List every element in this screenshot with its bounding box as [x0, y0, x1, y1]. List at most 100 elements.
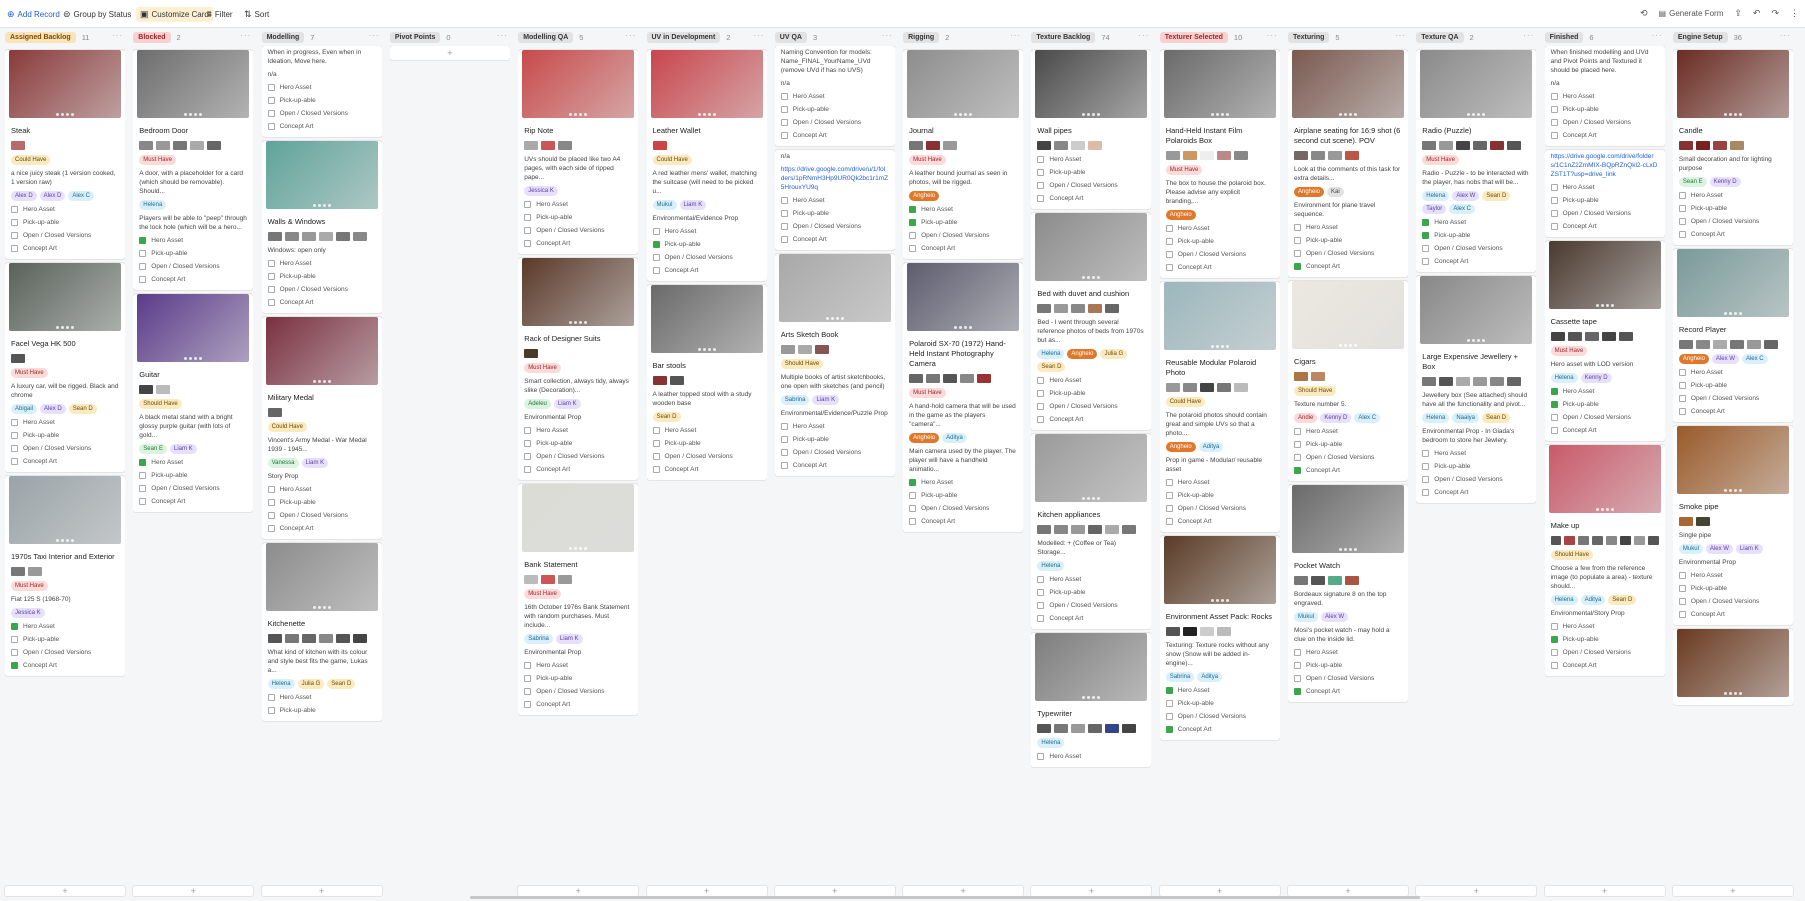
attachment-thumbnail[interactable]	[28, 567, 42, 576]
column-title[interactable]: Modelling QA	[518, 31, 574, 43]
checkbox-field[interactable]: Pick-up-able	[1288, 234, 1408, 247]
card-cover-image[interactable]	[1676, 426, 1789, 494]
column-menu-icon[interactable]: ···	[625, 31, 636, 40]
card-cover-image[interactable]	[1035, 434, 1148, 502]
attachment-thumbnail[interactable]	[267, 634, 282, 643]
pager-dot[interactable]	[707, 113, 711, 116]
card-cover-image[interactable]	[265, 141, 378, 209]
checkbox[interactable]	[267, 525, 275, 532]
checkbox[interactable]	[1294, 263, 1301, 270]
checkbox[interactable]	[1294, 224, 1301, 231]
pager-dot[interactable]	[1087, 276, 1091, 279]
checkbox[interactable]	[267, 512, 275, 519]
attachment-thumbnail[interactable]	[1233, 151, 1248, 160]
checkbox-field[interactable]: Concept Art	[1288, 685, 1408, 698]
checkbox-field[interactable]: Concept Art	[5, 455, 125, 468]
attachment-thumbnail[interactable]	[1712, 340, 1727, 349]
checkbox-field[interactable]: Pick-up-able	[647, 238, 767, 251]
add-record-button[interactable]: ⊕ Add Record	[7, 8, 60, 21]
attachment-thumbnail[interactable]	[1054, 724, 1069, 733]
checkbox-field[interactable]: Open / Closed Versions	[262, 107, 382, 120]
card-cover-image[interactable]	[1292, 281, 1404, 349]
card-cover-image[interactable]	[522, 484, 635, 552]
pager-dot[interactable]	[194, 357, 198, 360]
card-cover-image[interactable]	[778, 254, 891, 322]
attachment-thumbnail[interactable]	[943, 374, 958, 383]
checkbox-field[interactable]: Hero Asset	[5, 203, 125, 216]
checkbox-field[interactable]: Hero Asset	[1545, 385, 1665, 398]
checkbox-field[interactable]: Hero Asset	[1160, 222, 1280, 235]
checkbox[interactable]	[139, 276, 147, 283]
attachment-thumbnail[interactable]	[1182, 383, 1197, 392]
attachment-thumbnail[interactable]	[1088, 525, 1103, 534]
checkbox-field[interactable]: Concept Art	[1673, 608, 1793, 621]
checkbox-field[interactable]: Open / Closed Versions	[775, 116, 895, 129]
checkbox[interactable]	[11, 245, 18, 252]
pager-dot[interactable]	[1225, 599, 1229, 602]
attachment-thumbnail[interactable]	[652, 141, 667, 150]
checkbox[interactable]	[652, 466, 660, 473]
checkbox[interactable]	[780, 132, 788, 139]
checkbox[interactable]	[1550, 623, 1558, 630]
checkbox[interactable]	[1678, 369, 1686, 376]
checkbox-field[interactable]: Open / Closed Versions	[133, 260, 253, 273]
pager-dot[interactable]	[327, 204, 331, 207]
record-card[interactable]: Make up Should Have Choose a few from the …	[1544, 445, 1665, 676]
pager-dot[interactable]	[1225, 345, 1229, 348]
checkbox-field[interactable]: Concept Art	[1545, 129, 1665, 142]
card-cover-image[interactable]	[137, 294, 250, 362]
attachment-thumbnail[interactable]	[1105, 525, 1120, 534]
checkbox[interactable]	[1165, 505, 1173, 512]
attachment-thumbnail[interactable]	[1328, 576, 1342, 585]
checkbox[interactable]	[524, 453, 532, 460]
record-card[interactable]: Bedroom Door Must Have A door, with a plac…	[133, 50, 254, 290]
pager-dot[interactable]	[194, 113, 198, 116]
card-cover-image[interactable]	[1676, 249, 1789, 317]
checkbox[interactable]	[1422, 258, 1430, 265]
checkbox-field[interactable]: Open / Closed Versions	[133, 482, 253, 495]
column-title[interactable]: Modelling	[261, 31, 305, 43]
record-card[interactable]: Steak Could Have a nice juicy steak (1 ver…	[5, 50, 125, 259]
checkbox[interactable]	[1037, 377, 1045, 384]
checkbox[interactable]	[909, 245, 917, 252]
attachment-thumbnail[interactable]	[943, 141, 958, 150]
checkbox-field[interactable]: Open / Closed Versions	[903, 229, 1023, 242]
column-menu-icon[interactable]: ···	[240, 31, 251, 40]
pager-dot[interactable]	[1339, 548, 1342, 551]
pager-dot[interactable]	[1733, 312, 1737, 315]
checkbox[interactable]	[139, 263, 147, 270]
attachment-thumbnail[interactable]	[139, 141, 154, 150]
attachment-thumbnail[interactable]	[814, 345, 829, 354]
checkbox[interactable]	[1037, 169, 1045, 176]
attachment-thumbnail[interactable]	[1088, 304, 1103, 313]
card-cover-image[interactable]	[1676, 629, 1789, 697]
checkbox-field[interactable]: Concept Art	[1288, 464, 1408, 477]
pager-dot[interactable]	[1738, 113, 1742, 116]
checkbox-field[interactable]: Pick-up-able	[518, 211, 638, 224]
pager-dot[interactable]	[322, 380, 326, 383]
pager-dot[interactable]	[1349, 344, 1352, 347]
checkbox[interactable]	[1550, 197, 1558, 204]
card-cover-image[interactable]	[1163, 536, 1276, 604]
pager-dot[interactable]	[584, 547, 588, 550]
checkbox[interactable]	[139, 485, 147, 492]
checkbox-field[interactable]: Hero Asset	[1031, 573, 1151, 586]
checkbox-field[interactable]: Open / Closed Versions	[262, 283, 382, 296]
checkbox[interactable]	[524, 466, 532, 473]
checkbox[interactable]	[1678, 192, 1686, 199]
checkbox[interactable]	[11, 636, 18, 643]
checkbox-field[interactable]: Open / Closed Versions	[1545, 207, 1665, 220]
pager-dot[interactable]	[1349, 548, 1352, 551]
attachment-thumbnail[interactable]	[1619, 536, 1631, 545]
pager-dot[interactable]	[1728, 692, 1732, 695]
checkbox[interactable]	[909, 479, 917, 486]
pager-dot[interactable]	[184, 113, 188, 116]
attachment-thumbnail[interactable]	[156, 141, 171, 150]
checkbox[interactable]	[524, 201, 532, 208]
pager-dot[interactable]	[1728, 489, 1732, 492]
attachment-thumbnail[interactable]	[1678, 141, 1693, 150]
checkbox-field[interactable]: Open / Closed Versions	[5, 646, 125, 659]
pager-dot[interactable]	[56, 326, 59, 329]
pager-dot[interactable]	[56, 113, 59, 116]
checkbox-field[interactable]: Open / Closed Versions	[1031, 400, 1151, 413]
